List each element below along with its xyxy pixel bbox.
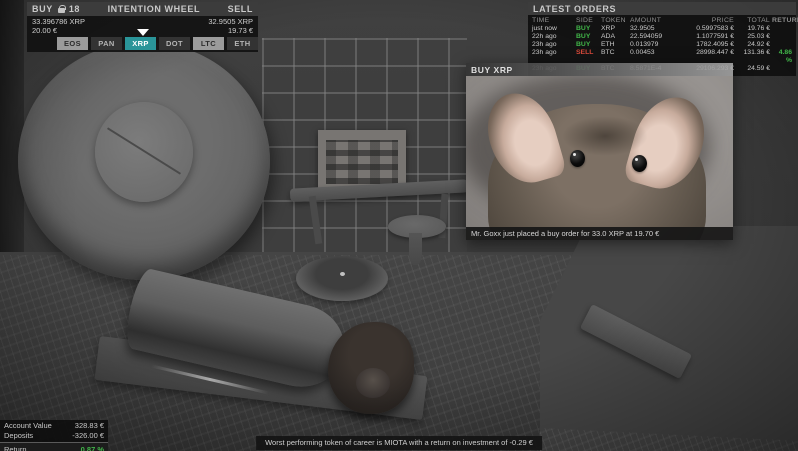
account-value-row: Account Value 328.83 € <box>0 420 108 430</box>
order-token: ETH <box>601 41 628 49</box>
popup-header: BUY XRP <box>466 63 733 76</box>
sell-price: 19.73 € <box>208 27 253 36</box>
deposits-label: Deposits <box>4 431 33 440</box>
orders-column-headers: TIME SIDE TOKEN AMOUNT PRICE TOTAL RETUR… <box>532 17 792 25</box>
order-amount: 32.9505 <box>630 25 678 33</box>
col-amount: AMOUNT <box>630 17 678 25</box>
account-value: 328.83 € <box>75 421 104 430</box>
buy-quote: 33.396786 XRP 20.00 € <box>32 18 85 34</box>
token-tabs: EOS PAN XRP DOT LTC ETH <box>27 35 258 52</box>
col-time: TIME <box>532 17 574 25</box>
order-time: just now <box>532 25 574 33</box>
order-return <box>772 33 792 41</box>
order-side: BUY <box>576 25 599 33</box>
latest-orders-title: LATEST ORDERS <box>533 4 616 14</box>
order-total: 24.59 € <box>736 65 770 73</box>
order-caption: Mr. Goxx just placed a buy order for 33.… <box>466 227 733 240</box>
deposits-row: Deposits -326.00 € <box>0 430 108 440</box>
tab-eth[interactable]: ETH <box>227 37 258 50</box>
order-return <box>772 25 792 33</box>
buy-label: BUY <box>32 4 53 14</box>
buy-side-header: BUY 18 <box>32 4 80 14</box>
order-total: 25.03 € <box>736 33 770 41</box>
panel-title: INTENTION WHEEL <box>108 4 201 14</box>
account-panel: Account Value 328.83 € Deposits -326.00 … <box>0 420 108 451</box>
tab-dot[interactable]: DOT <box>159 37 190 50</box>
lock-count: 18 <box>69 4 80 14</box>
sell-quote: 32.9505 XRP 19.73 € <box>208 18 253 34</box>
col-total: TOTAL <box>736 17 770 25</box>
hamster-closeup-photo: Mr. Goxx just placed a buy order for 33.… <box>466 76 733 240</box>
order-return: 4.86 % <box>772 49 792 65</box>
order-row: just now BUY XRP 32.9505 0.5997583 € 19.… <box>532 25 792 33</box>
account-value-label: Account Value <box>4 421 52 430</box>
popup-title: BUY XRP <box>471 65 513 75</box>
col-price: PRICE <box>680 17 734 25</box>
deposits-value: -326.00 € <box>72 431 104 440</box>
order-total: 131.36 € <box>736 49 770 65</box>
buy-order-popup: BUY XRP Mr. Goxx just placed a buy order… <box>466 63 733 240</box>
order-row: 23h ago BUY ETH 0.013979 1782.4095 € 24.… <box>532 41 792 49</box>
order-return <box>772 65 792 73</box>
tab-eos[interactable]: EOS <box>57 37 88 50</box>
selected-token-pointer-icon <box>137 29 149 36</box>
order-time: 23h ago <box>532 41 574 49</box>
sell-label: SELL <box>228 4 253 14</box>
order-side: BUY <box>576 41 599 49</box>
stats-ticker: Worst performing token of career is MIOT… <box>256 436 542 450</box>
order-row: 22h ago BUY ADA 22.594059 1.1077591 € 25… <box>532 33 792 41</box>
tab-pan[interactable]: PAN <box>91 37 122 50</box>
order-amount: 22.594059 <box>630 33 678 41</box>
hamster-eye-right <box>632 155 647 172</box>
return-value: 0.87 % <box>81 445 104 451</box>
col-side: SIDE <box>576 17 599 25</box>
order-price: 1782.4095 € <box>680 41 734 49</box>
order-token: XRP <box>601 25 628 33</box>
tab-xrp[interactable]: XRP <box>125 37 156 50</box>
order-total: 19.76 € <box>736 25 770 33</box>
order-price: 0.5997583 € <box>680 25 734 33</box>
livestream-frame: BUY 18 INTENTION WHEEL SELL 33.396786 XR… <box>0 0 798 451</box>
col-return: RETURN <box>772 17 798 25</box>
latest-orders-header: LATEST ORDERS <box>528 2 796 15</box>
order-token: ADA <box>601 33 628 41</box>
order-side: BUY <box>576 33 599 41</box>
buy-price: 20.00 € <box>32 27 85 36</box>
intention-wheel-header: BUY 18 INTENTION WHEEL SELL <box>27 2 258 16</box>
order-amount: 0.013979 <box>630 41 678 49</box>
order-total: 24.92 € <box>736 41 770 49</box>
lock-icon <box>58 8 65 13</box>
order-price: 1.1077591 € <box>680 33 734 41</box>
intention-wheel-panel: BUY 18 INTENTION WHEEL SELL 33.396786 XR… <box>27 2 258 52</box>
return-label: Return <box>4 445 27 451</box>
tab-ltc[interactable]: LTC <box>193 37 224 50</box>
hamster-eye-left <box>570 150 585 167</box>
col-token: TOKEN <box>601 17 628 25</box>
order-return <box>772 41 792 49</box>
return-row: Return 0.87 % <box>0 442 108 451</box>
order-time: 22h ago <box>532 33 574 41</box>
